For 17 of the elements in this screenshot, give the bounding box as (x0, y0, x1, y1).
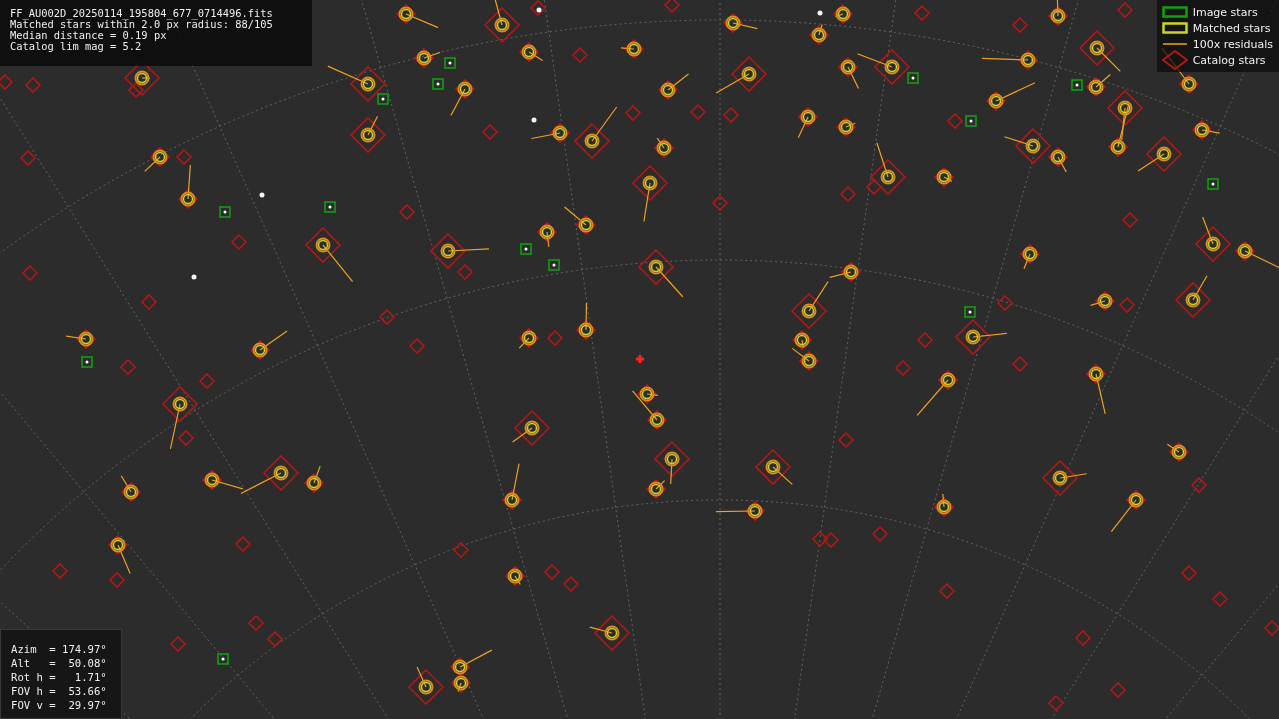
legend-label: 100x residuals (1192, 37, 1273, 51)
legend-label: Matched stars (1192, 21, 1271, 35)
pointing-text: Rot h = 1.71° (11, 670, 108, 684)
pointing-text: FOV v = 29.97° (11, 698, 108, 712)
info-text: FF_AU002D_20250114_195804_677_0714496.fits (10, 8, 274, 19)
pointing-text: Alt = 50.08° (11, 656, 108, 670)
rectangle-marker-icon (1161, 22, 1188, 34)
info-text: Catalog lim mag = 5.2 (10, 41, 143, 52)
line-marker-icon (1162, 43, 1187, 45)
legend-label: Catalog stars (1192, 53, 1266, 67)
legend-label: Image stars (1192, 5, 1258, 19)
diamond-marker-icon (1161, 50, 1188, 70)
pointing-text: FOV h = 53.66° (11, 684, 108, 698)
rectangle-marker-icon (1161, 6, 1188, 18)
info-text: Median distance = 0.19 px (10, 30, 167, 41)
info-text: Matched stars within 2.0 px radius: 88/105 (10, 19, 274, 30)
pointing-text: Azim = 174.97° (11, 642, 108, 656)
